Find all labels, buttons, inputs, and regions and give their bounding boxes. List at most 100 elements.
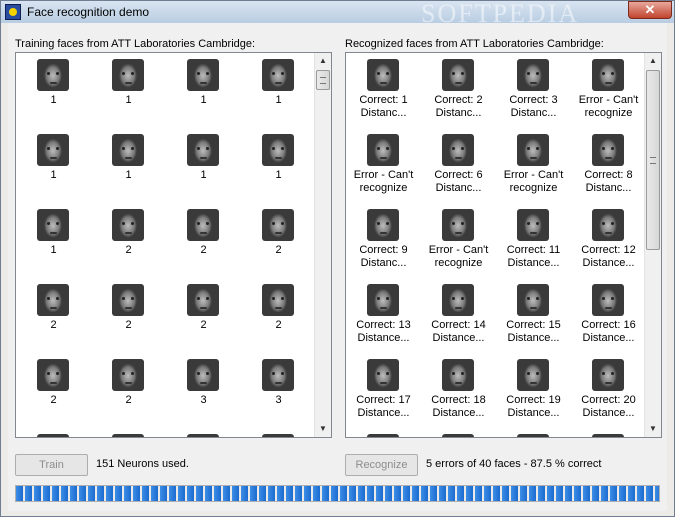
face-item[interactable] [91,431,166,437]
face-item[interactable]: 1 [16,56,91,131]
face-item[interactable]: 2 [16,356,91,431]
face-thumbnail [112,59,144,91]
face-caption-line: Distance... [507,407,560,419]
face-item[interactable]: Correct: 8 Distanc... [571,131,646,206]
face-caption-line: Distance... [582,407,635,419]
scroll-down-arrow-icon[interactable]: ▼ [645,421,661,437]
face-item[interactable]: 2 [91,206,166,281]
face-item[interactable]: 1 [241,56,316,131]
face-item[interactable]: Correct: 9 Distanc... [346,206,421,281]
face-thumbnail [37,209,69,241]
face-item[interactable]: Correct: 18 Distance... [421,356,496,431]
face-item[interactable]: 2 [241,206,316,281]
face-caption-line: Distance... [582,332,635,344]
face-item[interactable]: Correct: 19 Distance... [496,356,571,431]
face-item[interactable]: 2 [241,281,316,356]
face-item[interactable] [421,431,496,437]
face-item[interactable] [16,431,91,437]
scroll-down-arrow-icon[interactable]: ▼ [315,421,331,437]
face-caption-line: Correct: 14 [431,319,486,331]
face-caption: Correct: 13 Distance... [346,319,421,345]
face-item[interactable]: 1 [16,131,91,206]
face-thumbnail [37,134,69,166]
face-caption-line: recognize [359,182,408,194]
face-item[interactable]: Correct: 1 Distanc... [346,56,421,131]
train-button[interactable]: Train [15,454,88,476]
face-caption-line: Distance... [432,332,485,344]
face-item[interactable]: Correct: 20 Distance... [571,356,646,431]
app-window: SOFTPEDIA Face recognition demo ✕ Traini… [0,0,675,517]
face-item[interactable]: Correct: 12 Distance... [571,206,646,281]
face-item[interactable]: Correct: 15 Distance... [496,281,571,356]
face-caption: 2 [275,319,282,331]
face-item[interactable]: Correct: 11 Distance... [496,206,571,281]
face-caption: 2 [50,394,57,406]
training-faces-list[interactable]: 1 1 1 1 1 1 1 1 1 2 2 2 2 2 2 2 2 2 3 3 ▲ ▼ [15,52,332,438]
face-item[interactable]: Correct: 17 Distance... [346,356,421,431]
face-thumbnail [262,284,294,316]
face-item[interactable]: Error - Can't recognize [571,56,646,131]
face-item[interactable] [571,431,646,437]
face-item[interactable]: Error - Can't recognize [496,131,571,206]
face-item[interactable]: Correct: 14 Distance... [421,281,496,356]
face-item[interactable] [346,431,421,437]
face-caption: 2 [200,244,207,256]
scroll-thumb[interactable] [646,70,660,250]
face-caption: Correct: 1 Distanc... [346,94,421,120]
title-bar[interactable]: SOFTPEDIA Face recognition demo ✕ [1,0,674,28]
face-item[interactable]: Correct: 2 Distanc... [421,56,496,131]
face-item[interactable] [241,431,316,437]
face-thumbnail [367,434,399,437]
face-item[interactable]: Correct: 6 Distanc... [421,131,496,206]
face-thumbnail [592,359,624,391]
face-item[interactable]: 2 [166,281,241,356]
face-caption-line: Distance... [507,332,560,344]
face-item[interactable]: 1 [91,56,166,131]
face-item[interactable] [166,431,241,437]
face-thumbnail [262,59,294,91]
face-thumbnail [442,284,474,316]
face-item[interactable]: 2 [91,281,166,356]
face-caption-line: Correct: 12 [581,244,636,256]
face-caption: Error - Can't recognize [571,94,646,120]
face-item[interactable]: 2 [166,206,241,281]
face-item[interactable]: 3 [166,356,241,431]
face-caption-line: Correct: 15 [506,319,561,331]
face-item[interactable]: Error - Can't recognize [346,131,421,206]
face-thumbnail [367,284,399,316]
face-thumbnail [262,359,294,391]
recognized-scrollbar[interactable]: ▲ ▼ [644,53,661,437]
face-item[interactable]: Correct: 13 Distance... [346,281,421,356]
scroll-up-arrow-icon[interactable]: ▲ [645,53,661,69]
face-caption-line: Correct: 20 [581,394,636,406]
face-caption-line: Correct: 9 [359,244,408,256]
recognize-button[interactable]: Recognize [345,454,418,476]
face-caption: 1 [50,169,57,181]
scroll-thumb[interactable] [316,70,330,90]
close-button[interactable]: ✕ [628,1,672,19]
recognized-faces-list[interactable]: Correct: 1 Distanc... Correct: 2 Distanc...… [345,52,662,438]
face-thumbnail [442,134,474,166]
face-caption: 3 [275,394,282,406]
scroll-up-arrow-icon[interactable]: ▲ [315,53,331,69]
face-item[interactable]: 1 [166,131,241,206]
recognized-faces-grid: Correct: 1 Distanc... Correct: 2 Distanc...… [346,53,644,437]
face-thumbnail [187,434,219,437]
face-item[interactable]: 2 [16,281,91,356]
face-thumbnail [592,134,624,166]
face-caption: 2 [125,319,132,331]
face-item[interactable]: Correct: 16 Distance... [571,281,646,356]
face-item[interactable] [496,431,571,437]
face-item[interactable]: Error - Can't recognize [421,206,496,281]
face-item[interactable]: 1 [16,206,91,281]
face-caption: Correct: 18 Distance... [421,394,496,420]
training-scrollbar[interactable]: ▲ ▼ [314,53,331,437]
face-item[interactable]: 1 [166,56,241,131]
face-item[interactable]: 1 [91,131,166,206]
face-item[interactable]: 2 [91,356,166,431]
face-item[interactable]: 1 [241,131,316,206]
face-caption-line: Correct: 18 [431,394,486,406]
face-item[interactable]: 3 [241,356,316,431]
face-caption-line: Distance... [432,407,485,419]
face-item[interactable]: Correct: 3 Distanc... [496,56,571,131]
